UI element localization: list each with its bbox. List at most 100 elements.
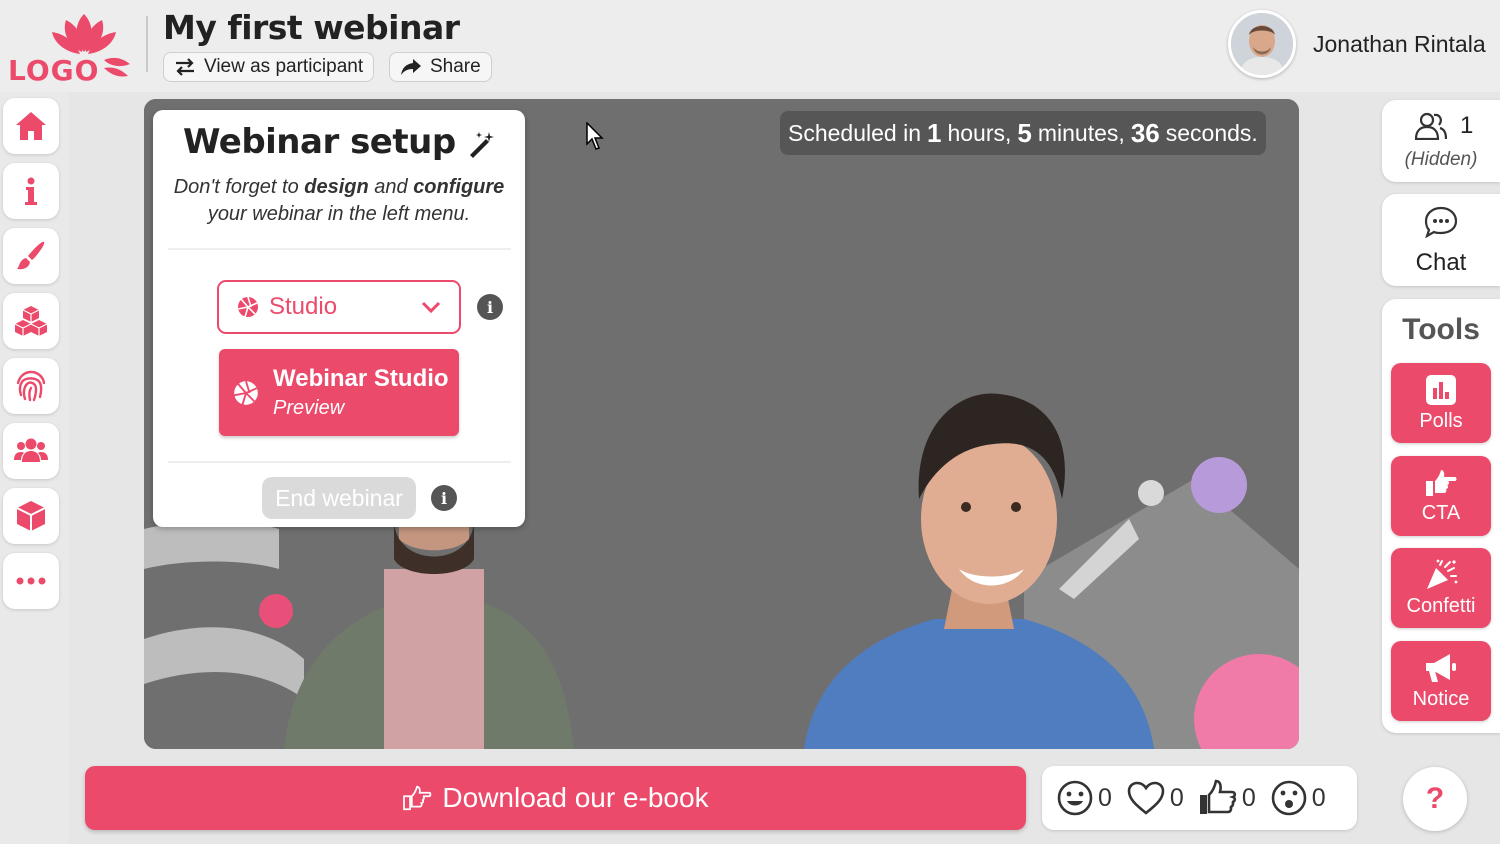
cta-label: CTA	[1421, 501, 1461, 524]
sidebar-item-security[interactable]	[3, 358, 59, 414]
avatar-image	[1231, 13, 1293, 75]
chat-bubble-icon	[1424, 206, 1458, 238]
poll-chart-icon	[1426, 374, 1456, 405]
studio-button-title: Webinar Studio	[273, 365, 449, 392]
sidebar-item-design[interactable]	[3, 228, 59, 284]
aperture-icon	[237, 296, 258, 318]
setup-desc-text-1: Don't forget to	[173, 176, 305, 198]
megaphone-icon	[1426, 653, 1456, 682]
users-outline-icon	[1415, 112, 1447, 140]
studio-select-value: Studio	[269, 293, 338, 320]
tools-title: Tools	[1402, 313, 1480, 346]
webinar-setup-panel: Webinar setup Don't forget to design and…	[153, 110, 525, 527]
schedule-seconds: 36	[1130, 117, 1160, 148]
studio-button-subtitle: Preview	[273, 397, 345, 419]
view-as-participant-label: View as participant	[204, 56, 364, 77]
download-ebook-label: Download our e-book	[442, 782, 709, 813]
sidebar-item-products[interactable]	[3, 488, 59, 544]
more-icon	[16, 577, 46, 585]
sidebar-item-home[interactable]	[3, 98, 59, 154]
user-name[interactable]: Jonathan Rintala	[1313, 31, 1486, 58]
sidebar-item-users[interactable]	[3, 423, 59, 479]
schedule-countdown: Scheduled in 1 hours, 5 minutes, 36 seco…	[780, 111, 1266, 155]
cta-button[interactable]: CTA	[1391, 456, 1491, 536]
viewers-card[interactable]: 1 (Hidden)	[1382, 100, 1500, 182]
brush-icon	[17, 241, 45, 270]
confetti-button[interactable]: Confetti	[1391, 548, 1491, 628]
setup-title: Webinar setup	[153, 122, 525, 162]
viewers-status: (Hidden)	[1404, 149, 1478, 170]
share-icon	[401, 59, 421, 75]
setup-desc-configure: configure	[413, 176, 505, 198]
notice-label: Notice	[1412, 687, 1470, 710]
setup-title-text: Webinar setup	[182, 122, 456, 162]
reaction-surprised-count: 0	[1311, 783, 1326, 812]
viewers-count: 1	[1460, 112, 1474, 139]
swap-arrows-icon	[176, 58, 194, 76]
magic-wand-icon	[470, 131, 495, 158]
heart-icon	[1127, 781, 1165, 815]
left-sidebar	[0, 92, 69, 844]
mouse-cursor-icon	[586, 122, 604, 150]
help-button[interactable]: ?	[1403, 767, 1467, 831]
notice-button[interactable]: Notice	[1391, 641, 1491, 721]
party-popper-icon	[1427, 559, 1458, 589]
polls-button[interactable]: Polls	[1391, 363, 1491, 443]
studio-select[interactable]: Studio	[217, 280, 461, 334]
webinar-studio-preview-button[interactable]: Webinar Studio Preview	[219, 349, 459, 436]
header-divider	[146, 16, 148, 72]
end-webinar-button[interactable]: End webinar	[262, 477, 416, 519]
setup-divider-2	[168, 461, 511, 463]
setup-desc-design: design	[304, 176, 369, 198]
fingerprint-icon	[16, 370, 46, 402]
schedule-seconds-label: seconds.	[1165, 119, 1258, 146]
chevron-down-icon	[421, 301, 441, 314]
users-icon	[14, 438, 48, 462]
reaction-smile-count: 0	[1098, 783, 1112, 812]
reaction-smile[interactable]: 0	[1056, 779, 1112, 817]
aperture-icon	[233, 380, 258, 405]
avatar[interactable]	[1228, 10, 1296, 78]
setup-desc-text-2: your webinar in the left menu.	[207, 203, 471, 225]
reaction-heart[interactable]: 0	[1126, 780, 1184, 816]
info-icon	[25, 177, 37, 205]
setup-desc-and: and	[368, 176, 414, 198]
download-ebook-button[interactable]: Download our e-book	[85, 766, 1026, 830]
view-as-participant-button[interactable]: View as participant	[163, 52, 375, 82]
chat-card[interactable]: Chat	[1382, 194, 1500, 286]
reaction-surprised[interactable]: 0	[1270, 779, 1326, 817]
reaction-thumbs-up-count: 0	[1241, 783, 1256, 812]
thumbs-up-icon	[1199, 779, 1236, 814]
tools-card: Tools Polls CTA Confetti Notice	[1382, 299, 1500, 733]
confetti-label: Confetti	[1406, 594, 1476, 617]
logo-text: LOGO	[8, 54, 100, 87]
schedule-minutes-label: minutes,	[1037, 119, 1125, 146]
share-label: Share	[430, 56, 481, 77]
logo[interactable]: LOGO	[4, 10, 132, 87]
sidebar-item-info[interactable]	[3, 163, 59, 219]
box-icon	[16, 501, 46, 531]
sidebar-item-more[interactable]	[3, 553, 59, 609]
reactions-bar: 0 0 0 0	[1042, 766, 1357, 830]
cubes-icon	[14, 306, 48, 336]
schedule-hours: 1	[927, 117, 942, 148]
reaction-thumbs-up[interactable]: 0	[1198, 779, 1256, 817]
reaction-heart-count: 0	[1169, 783, 1184, 812]
schedule-hours-label: hours,	[947, 119, 1012, 146]
setup-description: Don't forget to design and configure you…	[163, 174, 515, 228]
top-header: LOGO My first webinar View as participan…	[0, 0, 1500, 92]
schedule-minutes: 5	[1017, 117, 1032, 148]
home-icon	[16, 112, 46, 140]
surprised-icon	[1271, 780, 1307, 816]
share-button[interactable]: Share	[389, 52, 492, 82]
hand-pointer-icon	[1426, 469, 1457, 496]
smile-icon	[1057, 780, 1093, 816]
hand-pointer-icon	[403, 785, 432, 811]
setup-divider	[168, 248, 511, 250]
studio-info-icon[interactable]: i	[477, 294, 503, 320]
polls-label: Polls	[1419, 409, 1463, 432]
chat-label: Chat	[1415, 249, 1467, 276]
sidebar-item-integrations[interactable]	[3, 293, 59, 349]
schedule-prefix: Scheduled in	[788, 119, 921, 146]
end-webinar-info-icon[interactable]: i	[431, 485, 457, 511]
